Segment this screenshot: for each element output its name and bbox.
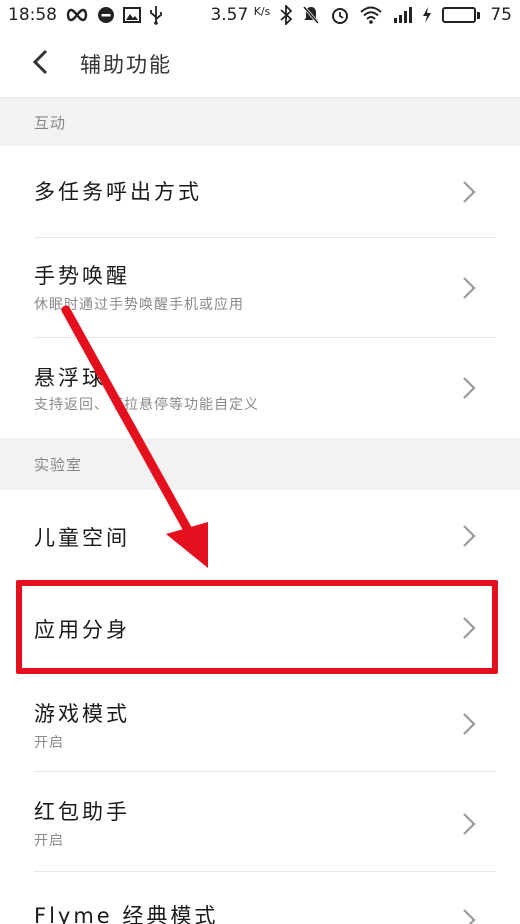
usb-icon [149, 0, 163, 30]
list-item-kids-space[interactable]: 儿童空间 [0, 490, 520, 582]
chevron-right-icon [463, 617, 476, 639]
row-subtitle: 开启 [34, 833, 64, 849]
list-item-game-mode[interactable]: 游戏模式 开启 [0, 676, 520, 772]
back-button[interactable] [0, 30, 80, 98]
chevron-right-icon [463, 181, 476, 203]
row-title: Flyme 经典模式 [34, 904, 219, 924]
chevron-right-icon [463, 713, 476, 735]
list-item-red-packet-helper[interactable]: 红包助手 开启 [0, 772, 520, 872]
battery-level: 75 [490, 5, 512, 25]
title-bar: 辅助功能 [0, 30, 520, 98]
chevron-right-icon [463, 909, 476, 924]
row-title: 红包助手 [34, 800, 130, 824]
list-item-app-clone[interactable]: 应用分身 [0, 582, 520, 674]
page-title: 辅助功能 [80, 52, 172, 77]
signal-4g-icon [392, 0, 413, 30]
battery-icon [442, 7, 481, 23]
charging-icon [422, 0, 432, 30]
bluetooth-icon [280, 0, 293, 30]
list-item-floating-ball[interactable]: 悬浮球 支持返回、下拉悬停等功能自定义 [0, 338, 520, 438]
row-title: 应用分身 [34, 618, 130, 642]
list-item-flyme-classic[interactable]: Flyme 经典模式 [0, 872, 520, 924]
chevron-left-icon [32, 49, 48, 79]
sync-icon [97, 0, 115, 30]
infinity-icon [65, 0, 89, 30]
alarm-icon [330, 0, 350, 30]
chevron-right-icon [463, 813, 476, 835]
row-subtitle: 休眠时通过手势唤醒手机或应用 [34, 297, 244, 313]
list-item-gesture-wake[interactable]: 手势唤醒 休眠时通过手势唤醒手机或应用 [0, 238, 520, 338]
section-header-lab: 实验室 [0, 438, 520, 490]
row-title: 手势唤醒 [34, 264, 130, 288]
row-title: 游戏模式 [34, 702, 130, 726]
chevron-right-icon [463, 277, 476, 299]
image-icon [123, 0, 141, 30]
status-time: 18:58 [8, 5, 57, 25]
row-subtitle: 支持返回、下拉悬停等功能自定义 [34, 397, 259, 413]
chevron-right-icon [463, 377, 476, 399]
network-speed: 3.57 K/s [210, 5, 271, 25]
status-bar: 18:58 3.57 K/s 75 [0, 0, 520, 30]
row-subtitle: 开启 [34, 735, 64, 751]
row-title: 多任务呼出方式 [34, 180, 202, 204]
row-title: 悬浮球 [34, 366, 106, 390]
section-header-interaction: 互动 [0, 98, 520, 146]
row-title: 儿童空间 [34, 526, 130, 550]
wifi-icon [360, 0, 383, 30]
list-item-multitask[interactable]: 多任务呼出方式 [0, 146, 520, 238]
mute-icon [302, 0, 320, 30]
chevron-right-icon [463, 525, 476, 547]
